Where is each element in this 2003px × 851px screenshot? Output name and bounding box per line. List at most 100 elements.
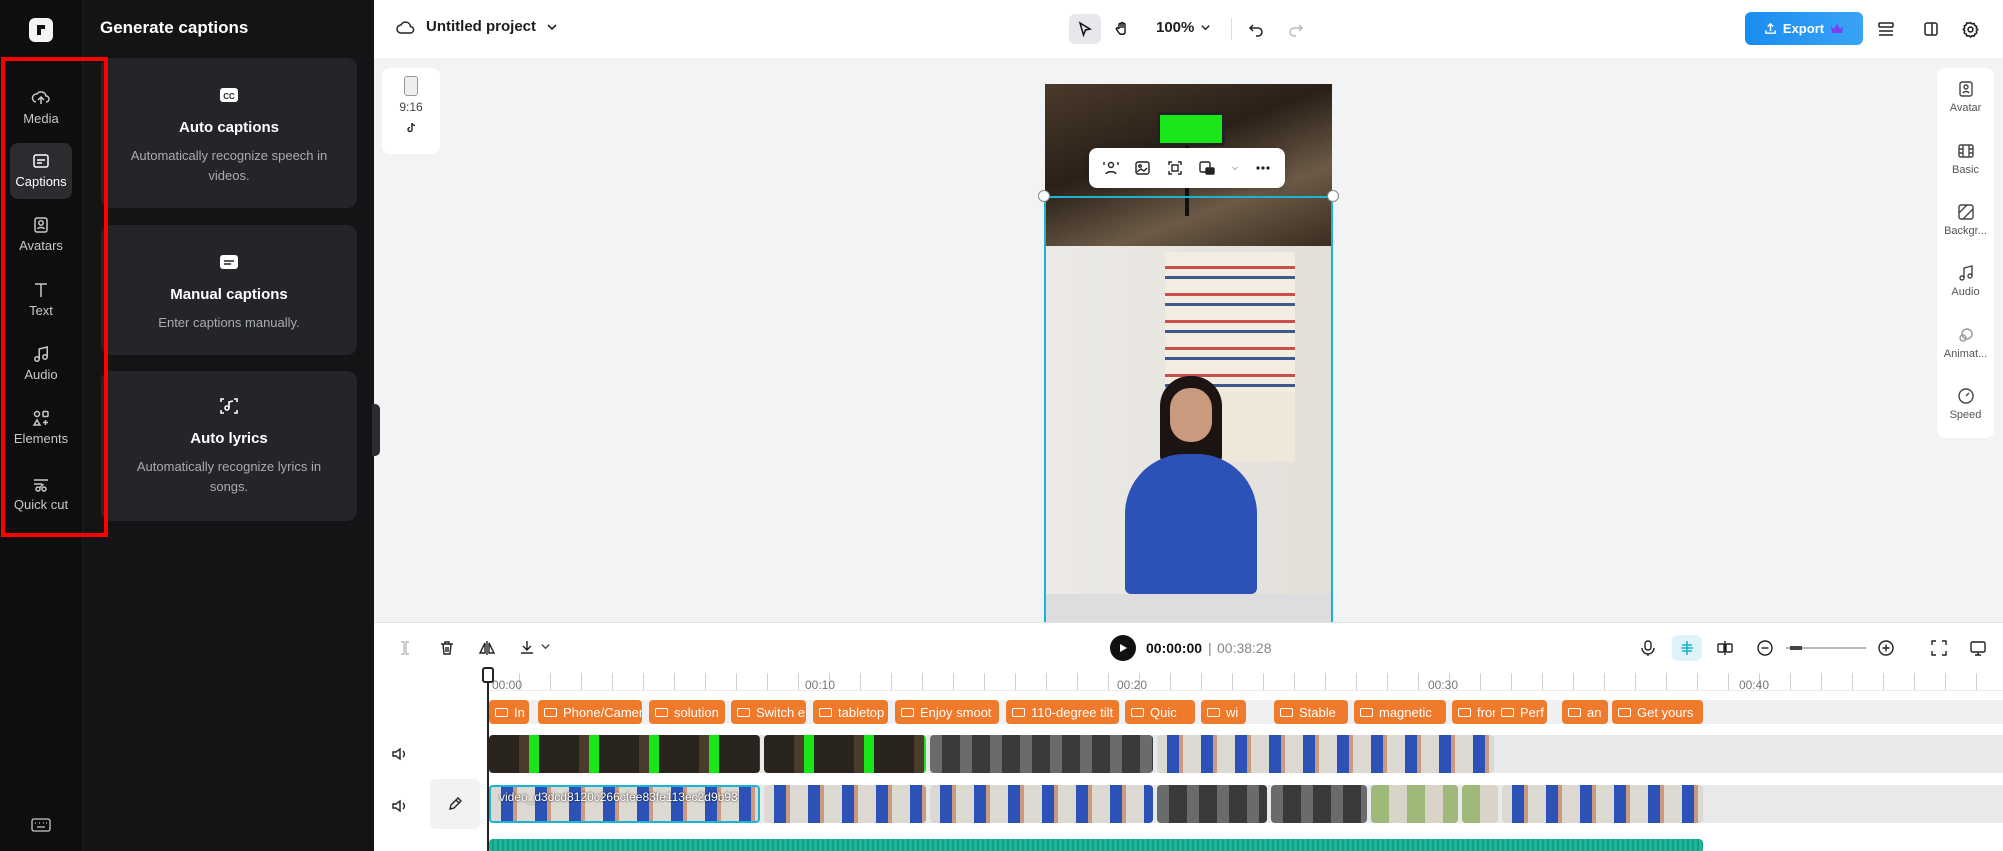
video-clip[interactable] xyxy=(930,785,1153,823)
resize-handle[interactable] xyxy=(1327,190,1339,202)
hand-tool-button[interactable] xyxy=(1106,14,1138,44)
undo-button[interactable] xyxy=(1240,14,1272,44)
caption-clip[interactable]: tabletop xyxy=(813,700,888,724)
flip-icon[interactable] xyxy=(478,639,496,657)
export-button[interactable]: Export xyxy=(1745,12,1863,45)
caption-clip[interactable]: magnetic xyxy=(1354,700,1446,724)
playhead[interactable] xyxy=(482,667,494,851)
layers-button[interactable] xyxy=(1870,14,1902,44)
resize-handle[interactable] xyxy=(1038,190,1050,202)
video-clip[interactable] xyxy=(764,785,926,823)
caption-clip[interactable]: Enjoy smoot xyxy=(895,700,999,724)
inspector-audio[interactable]: Audio xyxy=(1937,264,1994,298)
video-clip[interactable] xyxy=(764,735,926,773)
chevron-down-icon[interactable] xyxy=(540,641,551,652)
avatar-icon[interactable] xyxy=(1102,159,1120,177)
replace-image-icon[interactable] xyxy=(1134,159,1152,177)
rail-item-audio[interactable]: Audio xyxy=(10,336,72,386)
inspector-basic[interactable]: Basic xyxy=(1937,142,1994,176)
caption-clip[interactable]: an xyxy=(1562,700,1608,724)
gear-icon xyxy=(1961,21,1979,38)
rail-item-captions[interactable]: Captions xyxy=(10,143,72,199)
aspect-ratio-selector[interactable]: 9:16 xyxy=(382,68,440,154)
preview-screen-icon[interactable] xyxy=(1969,639,1987,657)
video-clip[interactable] xyxy=(930,735,1153,773)
caption-clip[interactable]: Quic xyxy=(1125,700,1195,724)
card-title: Manual captions xyxy=(170,286,288,303)
panel-title: Generate captions xyxy=(100,18,249,37)
play-button[interactable] xyxy=(1110,635,1136,661)
zoom-in-icon[interactable] xyxy=(1877,639,1895,657)
cloud-upload-icon xyxy=(31,91,50,104)
manual-captions-card[interactable]: Manual captions Enter captions manually. xyxy=(101,225,357,355)
inspector-speed[interactable]: Speed xyxy=(1937,387,1994,421)
inspector-avatar[interactable]: Avatar xyxy=(1937,80,1994,114)
caption-clip[interactable]: solution xyxy=(649,700,725,724)
redo-button[interactable] xyxy=(1280,14,1312,44)
speaker-icon[interactable] xyxy=(390,797,408,815)
panel-collapse-handle[interactable] xyxy=(372,404,380,456)
rail-item-media[interactable]: Media xyxy=(10,80,72,130)
caption-clip[interactable]: Switch e xyxy=(731,700,806,724)
rail-item-quick-cut[interactable]: Quick cut xyxy=(10,466,72,532)
split-icon[interactable] xyxy=(396,639,414,657)
snap-toggle[interactable] xyxy=(1672,635,1702,661)
select-tool-button[interactable] xyxy=(1069,14,1101,44)
chevron-down-icon[interactable] xyxy=(1230,159,1240,177)
current-time: 00:00:00 xyxy=(1146,640,1203,656)
video-clip[interactable] xyxy=(1157,735,1494,773)
time-ruler[interactable] xyxy=(489,673,2003,691)
caption-clip[interactable]: Phone/Camera/Po xyxy=(538,700,642,724)
video-clip[interactable] xyxy=(1371,785,1458,823)
play-icon xyxy=(1120,644,1127,652)
audio-track[interactable] xyxy=(489,839,1703,851)
caption-clip[interactable]: Stable xyxy=(1274,700,1348,724)
card-title: Auto lyrics xyxy=(190,430,268,447)
zoom-out-icon[interactable] xyxy=(1756,639,1774,657)
video-clip[interactable] xyxy=(1157,785,1267,823)
rail-item-avatars[interactable]: Avatars xyxy=(10,207,72,257)
panel-toggle-button[interactable] xyxy=(1915,14,1947,44)
remove-background-icon[interactable] xyxy=(1198,159,1216,177)
video-clip[interactable] xyxy=(489,735,760,773)
selected-video-clip[interactable]: video_d3dcd8120c266cfee83fe113ec2d9b93 xyxy=(489,785,760,823)
playhead-handle[interactable] xyxy=(482,667,494,683)
rail-item-label: Quick cut xyxy=(13,497,69,512)
video-clip[interactable] xyxy=(1462,785,1498,823)
caption-clip[interactable]: In xyxy=(489,700,529,724)
app-logo[interactable] xyxy=(29,18,53,42)
selection-frame[interactable] xyxy=(1044,196,1333,627)
redo-icon xyxy=(1289,24,1304,37)
video-clip[interactable] xyxy=(1502,785,1703,823)
inspector-background[interactable]: Backgr... xyxy=(1937,203,1994,237)
crop-icon[interactable] xyxy=(1166,159,1184,177)
split-track-icon[interactable] xyxy=(1716,639,1734,657)
project-menu[interactable]: Untitled project xyxy=(396,18,558,35)
floating-toolbar xyxy=(1089,148,1285,188)
keyboard-icon[interactable] xyxy=(31,818,51,832)
caption-clip[interactable]: Perf xyxy=(1495,700,1547,724)
edit-cover-button[interactable] xyxy=(430,779,480,829)
speaker-icon[interactable] xyxy=(390,745,408,763)
rail-item-elements[interactable]: Elements xyxy=(10,400,72,450)
trash-icon[interactable] xyxy=(438,639,456,657)
zoom-dropdown[interactable]: 100% xyxy=(1156,19,1211,36)
auto-captions-card[interactable]: CC Auto captions Automatically recognize… xyxy=(101,58,357,208)
export-label: Export xyxy=(1782,21,1825,36)
auto-lyrics-card[interactable]: Auto lyrics Automatically recognize lyri… xyxy=(101,371,357,521)
caption-clip[interactable]: 110-degree tilt xyxy=(1006,700,1119,724)
caption-clip[interactable]: Get yours xyxy=(1612,700,1703,724)
caption-clip[interactable]: wi xyxy=(1201,700,1246,724)
inspector-animation[interactable]: Animat... xyxy=(1937,326,1994,360)
settings-button[interactable] xyxy=(1954,14,1986,44)
zoom-knob[interactable] xyxy=(1790,646,1802,650)
card-title: Auto captions xyxy=(179,119,279,136)
microphone-icon[interactable] xyxy=(1639,639,1657,657)
ruler-label: 00:40 xyxy=(1739,678,1770,692)
fullscreen-icon[interactable] xyxy=(1930,639,1948,657)
timeline-zoom-slider[interactable] xyxy=(1786,646,1866,650)
download-icon[interactable] xyxy=(518,639,536,657)
video-clip[interactable] xyxy=(1271,785,1367,823)
more-icon[interactable] xyxy=(1254,159,1272,177)
rail-item-text[interactable]: Text xyxy=(10,272,72,322)
